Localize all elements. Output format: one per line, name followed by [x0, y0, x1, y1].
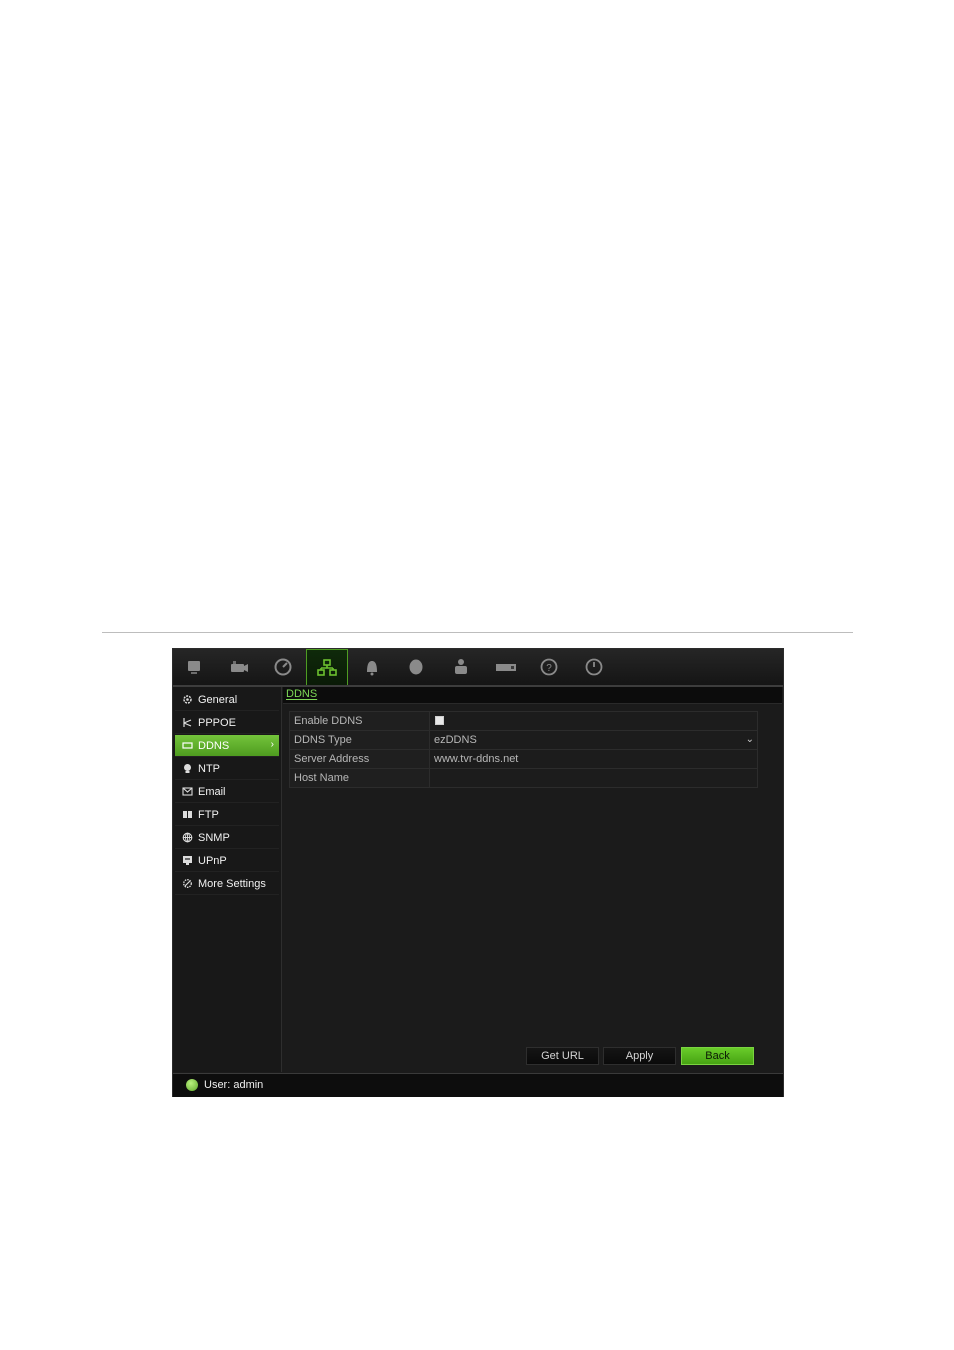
sidebar-item-label: SNMP — [198, 831, 230, 844]
ddns-form: Enable DDNS DDNS Type ezDDNS ⌄ Server Ad… — [289, 711, 758, 788]
gear-icon — [182, 694, 193, 705]
host-name-field[interactable] — [430, 769, 757, 787]
ddns-type-label: DDNS Type — [290, 731, 430, 749]
server-address-label: Server Address — [290, 750, 430, 768]
device-icon[interactable] — [484, 649, 528, 685]
sidebar-item-label: FTP — [198, 808, 219, 821]
ntp-icon — [182, 763, 193, 774]
storage-disk-icon[interactable] — [395, 649, 437, 685]
sidebar-item-ntp[interactable]: NTP — [175, 758, 279, 780]
enable-ddns-checkbox[interactable] — [435, 716, 444, 725]
main-menu-toolbar: ? — [173, 649, 783, 687]
help-icon[interactable]: ? — [528, 649, 570, 685]
globe-icon — [182, 832, 193, 843]
sidebar-item-snmp[interactable]: SNMP — [175, 827, 279, 849]
tab-bar: DDNS — [283, 687, 782, 704]
clock-icon[interactable] — [262, 649, 304, 685]
sidebar-item-label: NTP — [198, 762, 220, 775]
server-address-field[interactable]: www.tvr-ddns.net — [430, 750, 757, 768]
ddns-type-value: ezDDNS — [434, 734, 477, 746]
back-button[interactable]: Back — [681, 1047, 754, 1065]
sidebar-item-label: More Settings — [198, 877, 266, 890]
sidebar-item-ddns[interactable]: DDNS › — [175, 735, 279, 757]
status-bar: User: admin — [173, 1073, 783, 1097]
monitor-icon[interactable] — [173, 649, 215, 685]
network-icon[interactable] — [306, 649, 348, 685]
get-url-button[interactable]: Get URL — [526, 1047, 599, 1065]
sidebar-item-label: General — [198, 693, 238, 706]
form-row-ddns-type: DDNS Type ezDDNS ⌄ — [290, 731, 757, 750]
tab-ddns[interactable]: DDNS — [286, 688, 317, 700]
svg-text:?: ? — [546, 663, 552, 674]
user-status-icon — [186, 1079, 198, 1091]
ddns-content-panel: DDNS Enable DDNS DDNS Type ezDDNS ⌄ Serv… — [282, 687, 783, 1072]
sidebar-item-label: UPnP — [198, 854, 227, 867]
ftp-icon — [182, 809, 193, 820]
ddns-type-select[interactable]: ezDDNS ⌄ — [430, 731, 757, 749]
sidebar-item-more-settings[interactable]: More Settings — [175, 873, 279, 895]
sidebar-item-label: DDNS — [198, 739, 230, 752]
camera-icon[interactable] — [217, 649, 259, 685]
sidebar-item-email[interactable]: Email — [175, 781, 279, 803]
sidebar-item-label: PPPOE — [198, 716, 236, 729]
network-settings-sidebar: General PPPOE DDNS › NTP Email FTP SNMP — [173, 687, 282, 1072]
sidebar-item-label: Email — [198, 785, 226, 798]
chevron-down-icon: ⌄ — [745, 734, 754, 745]
page-divider — [102, 632, 853, 633]
sidebar-item-ftp[interactable]: FTP — [175, 804, 279, 826]
sidebar-item-upnp[interactable]: UPnP — [175, 850, 279, 872]
sidebar-item-general[interactable]: General — [175, 689, 279, 711]
user-icon[interactable] — [440, 649, 482, 685]
power-icon[interactable] — [573, 649, 615, 685]
ddns-settings-window: ? General PPPOE DDNS › NTP Email FTP SNM… — [172, 648, 784, 1097]
current-user-text: User: admin — [204, 1079, 264, 1091]
form-row-host-name: Host Name — [290, 769, 757, 787]
chevron-right-icon: › — [270, 739, 274, 750]
form-row-server-address: Server Address www.tvr-ddns.net — [290, 750, 757, 769]
host-name-label: Host Name — [290, 769, 430, 787]
sidebar-item-pppoe[interactable]: PPPOE — [175, 712, 279, 734]
settings-icon — [182, 878, 193, 889]
enable-ddns-label: Enable DDNS — [290, 712, 430, 730]
form-row-enable-ddns: Enable DDNS — [290, 712, 757, 731]
alarm-bell-icon[interactable] — [351, 649, 393, 685]
upnp-icon — [182, 855, 193, 866]
email-icon — [182, 786, 193, 797]
pppoe-icon — [182, 717, 193, 728]
apply-button[interactable]: Apply — [603, 1047, 676, 1065]
ddns-icon — [182, 740, 193, 751]
